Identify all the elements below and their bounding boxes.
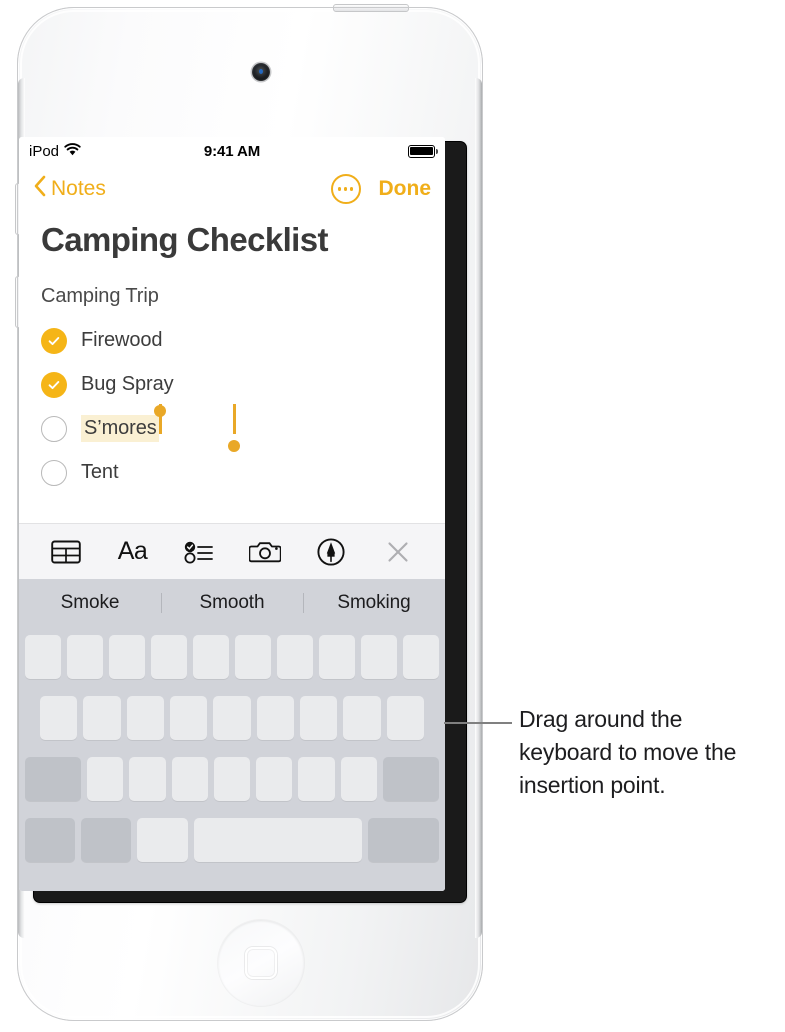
keyboard-key[interactable] [319, 635, 355, 679]
checkbox-checked-icon[interactable] [41, 327, 67, 354]
done-button[interactable]: Done [379, 177, 432, 201]
device-edge-right [475, 78, 482, 938]
text-format-icon[interactable]: Aa [115, 535, 149, 569]
shift-key[interactable] [25, 757, 82, 801]
suggestion-chip[interactable]: Smooth [161, 592, 303, 614]
keyboard-key[interactable] [340, 757, 377, 801]
keyboard-row [22, 757, 442, 801]
back-button-label: Notes [51, 177, 106, 200]
checkbox-unchecked-icon[interactable] [41, 459, 67, 486]
format-toolbar: Aa [19, 523, 445, 579]
back-to-notes-button[interactable]: Notes [33, 175, 106, 203]
checklist-icon[interactable] [182, 535, 216, 569]
keyboard-key[interactable] [40, 696, 78, 740]
keyboard-key[interactable] [126, 696, 164, 740]
screenshot-stage: iPod 9:41 AM Notes Done Camping Checklis… [0, 0, 785, 1032]
device-screen: iPod 9:41 AM Notes Done Camping Checklis… [19, 137, 445, 891]
backspace-key[interactable] [382, 757, 439, 801]
selection-handle-start[interactable] [154, 404, 166, 417]
power-button[interactable] [333, 4, 409, 12]
return-key[interactable] [367, 818, 440, 862]
keyboard-key[interactable] [171, 757, 208, 801]
keyboard-key[interactable] [299, 696, 338, 740]
keyboard-key[interactable] [386, 696, 424, 740]
numbers-key[interactable] [25, 818, 76, 862]
note-title: Camping Checklist [41, 221, 328, 258]
dictation-key[interactable] [137, 818, 188, 862]
keyboard-key[interactable] [277, 635, 313, 679]
camera-icon[interactable] [248, 535, 282, 569]
callout-text: Drag around the keyboard to move the ins… [519, 706, 737, 798]
suggestion-chip[interactable]: Smoke [19, 592, 161, 614]
keyboard-key[interactable] [403, 635, 439, 679]
checkbox-unchecked-icon[interactable] [41, 415, 67, 442]
ellipsis-dot [343, 187, 348, 191]
keyboard-row [22, 635, 442, 679]
navigation-bar: Notes Done [19, 165, 445, 213]
keyboard-key[interactable] [213, 757, 251, 801]
emoji-key[interactable] [81, 818, 132, 862]
keyboard-key[interactable] [256, 757, 293, 801]
status-bar-right [408, 144, 438, 158]
battery-fill [410, 146, 433, 156]
note-body[interactable]: Camping Checklist Camping Trip Firewood [19, 213, 445, 523]
keyboard-key[interactable] [129, 757, 166, 801]
home-button[interactable] [218, 920, 304, 1006]
text-format-label: Aa [117, 537, 148, 565]
checklist-item-label: Firewood [81, 329, 163, 352]
status-bar: iPod 9:41 AM [19, 137, 445, 165]
keyboard-key[interactable] [343, 696, 381, 740]
checklist-item-label: Tent [81, 461, 119, 484]
keyboard-row [22, 696, 442, 740]
note-subtitle: Camping Trip [41, 284, 159, 307]
keyboard-key[interactable] [83, 696, 121, 740]
callout-leader-line [444, 722, 512, 724]
chevron-left-icon [33, 175, 46, 203]
checkbox-checked-icon[interactable] [41, 371, 67, 398]
keyboard-key[interactable] [25, 635, 61, 679]
keyboard-key[interactable] [256, 696, 294, 740]
keyboard-row [22, 818, 442, 862]
on-screen-keyboard-trackpad[interactable] [19, 627, 445, 891]
space-key[interactable] [193, 818, 362, 862]
checklist-item-label: Bug Spray [81, 373, 174, 396]
selected-text[interactable]: S’mores [81, 415, 159, 443]
close-icon[interactable] [381, 535, 415, 569]
keyboard-key[interactable] [361, 635, 397, 679]
ellipsis-dot [349, 187, 354, 191]
keyboard-key[interactable] [170, 696, 208, 740]
suggestion-chip[interactable]: Smoking [303, 592, 445, 614]
ellipsis-dot [337, 187, 342, 191]
checklist-item[interactable]: Bug Spray [41, 363, 423, 407]
keyboard-key[interactable] [109, 635, 145, 679]
ellipsis-circle-icon[interactable] [330, 174, 361, 204]
selection-bar-end [233, 403, 236, 434]
status-bar-time: 9:41 AM [203, 142, 261, 160]
keyboard-key[interactable] [151, 635, 187, 679]
table-icon[interactable] [49, 535, 83, 569]
checklist-item[interactable]: S’mores [41, 403, 423, 452]
keyboard-key[interactable] [235, 635, 271, 679]
keyboard-key[interactable] [67, 635, 103, 679]
keyboard-key[interactable] [193, 635, 229, 679]
checklist-item[interactable]: Tent [41, 451, 423, 495]
keyboard-key[interactable] [213, 696, 251, 740]
battery-icon [408, 144, 438, 158]
checklist-item[interactable]: Firewood [41, 319, 423, 363]
keyboard-key[interactable] [298, 757, 335, 801]
predictive-text-bar: Smoke Smooth Smoking [19, 579, 445, 627]
markup-pen-icon[interactable] [314, 535, 348, 569]
navigation-bar-right: Done [330, 174, 432, 204]
front-camera-icon [252, 63, 270, 81]
home-button-glyph [245, 947, 277, 979]
keyboard-key[interactable] [87, 757, 124, 801]
